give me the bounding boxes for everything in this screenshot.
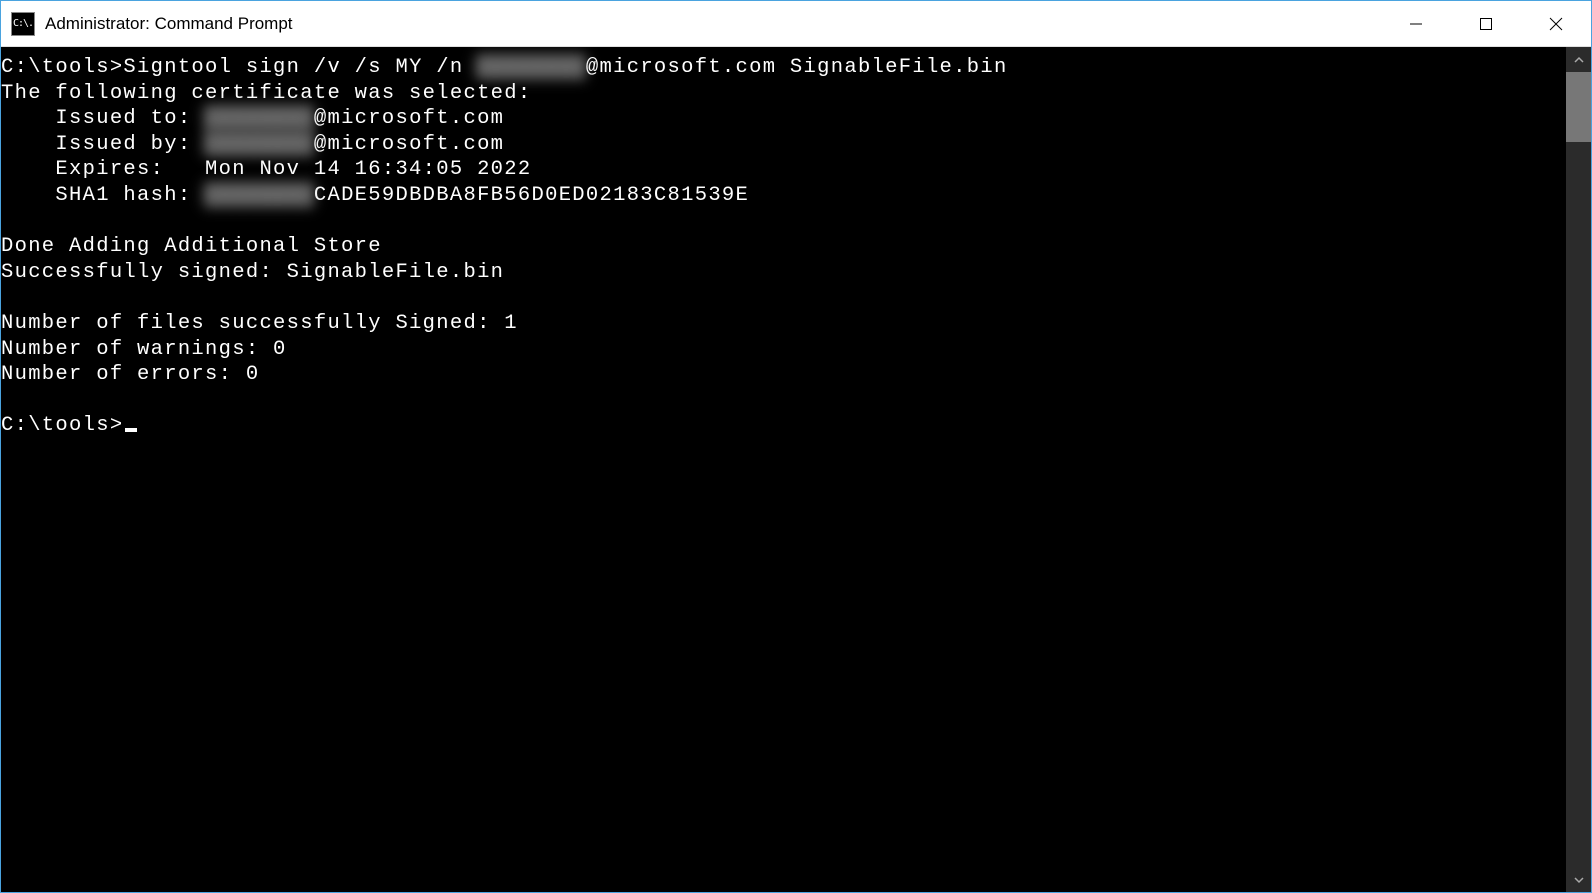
output-line: SHA1 hash: ████████CADE59DBDBA8FB56D0ED0…: [1, 184, 749, 207]
output-line: Number of files successfully Signed: 1: [1, 312, 518, 335]
vertical-scrollbar[interactable]: [1566, 47, 1591, 892]
prompt-line: C:\tools>: [1, 414, 123, 437]
redacted-issued-to: ████████: [205, 106, 314, 132]
cmd-icon: C:\.: [11, 12, 35, 36]
redacted-name: ████████: [477, 55, 586, 81]
output-line: Number of warnings: 0: [1, 338, 287, 361]
terminal-output[interactable]: C:\tools>Signtool sign /v /s MY /n █████…: [1, 47, 1566, 892]
maximize-button[interactable]: [1451, 1, 1521, 47]
minimize-button[interactable]: [1381, 1, 1451, 47]
command-prompt-window: C:\. Administrator: Command Prompt C:\to…: [0, 0, 1592, 893]
output-line: Successfully signed: SignableFile.bin: [1, 261, 504, 284]
window-title: Administrator: Command Prompt: [45, 14, 293, 34]
scroll-down-arrow-icon[interactable]: [1566, 867, 1591, 892]
redacted-sha1: ████████: [205, 183, 314, 209]
output-line: Expires: Mon Nov 14 16:34:05 2022: [1, 158, 531, 181]
scroll-up-arrow-icon[interactable]: [1566, 47, 1591, 72]
scroll-thumb[interactable]: [1566, 72, 1591, 142]
redacted-issued-by: ████████: [205, 132, 314, 158]
prompt-line: C:\tools>Signtool sign /v /s MY /n █████…: [1, 56, 1008, 79]
output-line: Issued to: ████████@microsoft.com: [1, 107, 504, 130]
output-line: Done Adding Additional Store: [1, 235, 382, 258]
client-area: C:\tools>Signtool sign /v /s MY /n █████…: [1, 47, 1591, 892]
output-line: Number of errors: 0: [1, 363, 259, 386]
cursor: [125, 428, 137, 432]
titlebar[interactable]: C:\. Administrator: Command Prompt: [1, 1, 1591, 47]
output-line: The following certificate was selected:: [1, 82, 531, 105]
close-button[interactable]: [1521, 1, 1591, 47]
output-line: Issued by: ████████@microsoft.com: [1, 133, 504, 156]
